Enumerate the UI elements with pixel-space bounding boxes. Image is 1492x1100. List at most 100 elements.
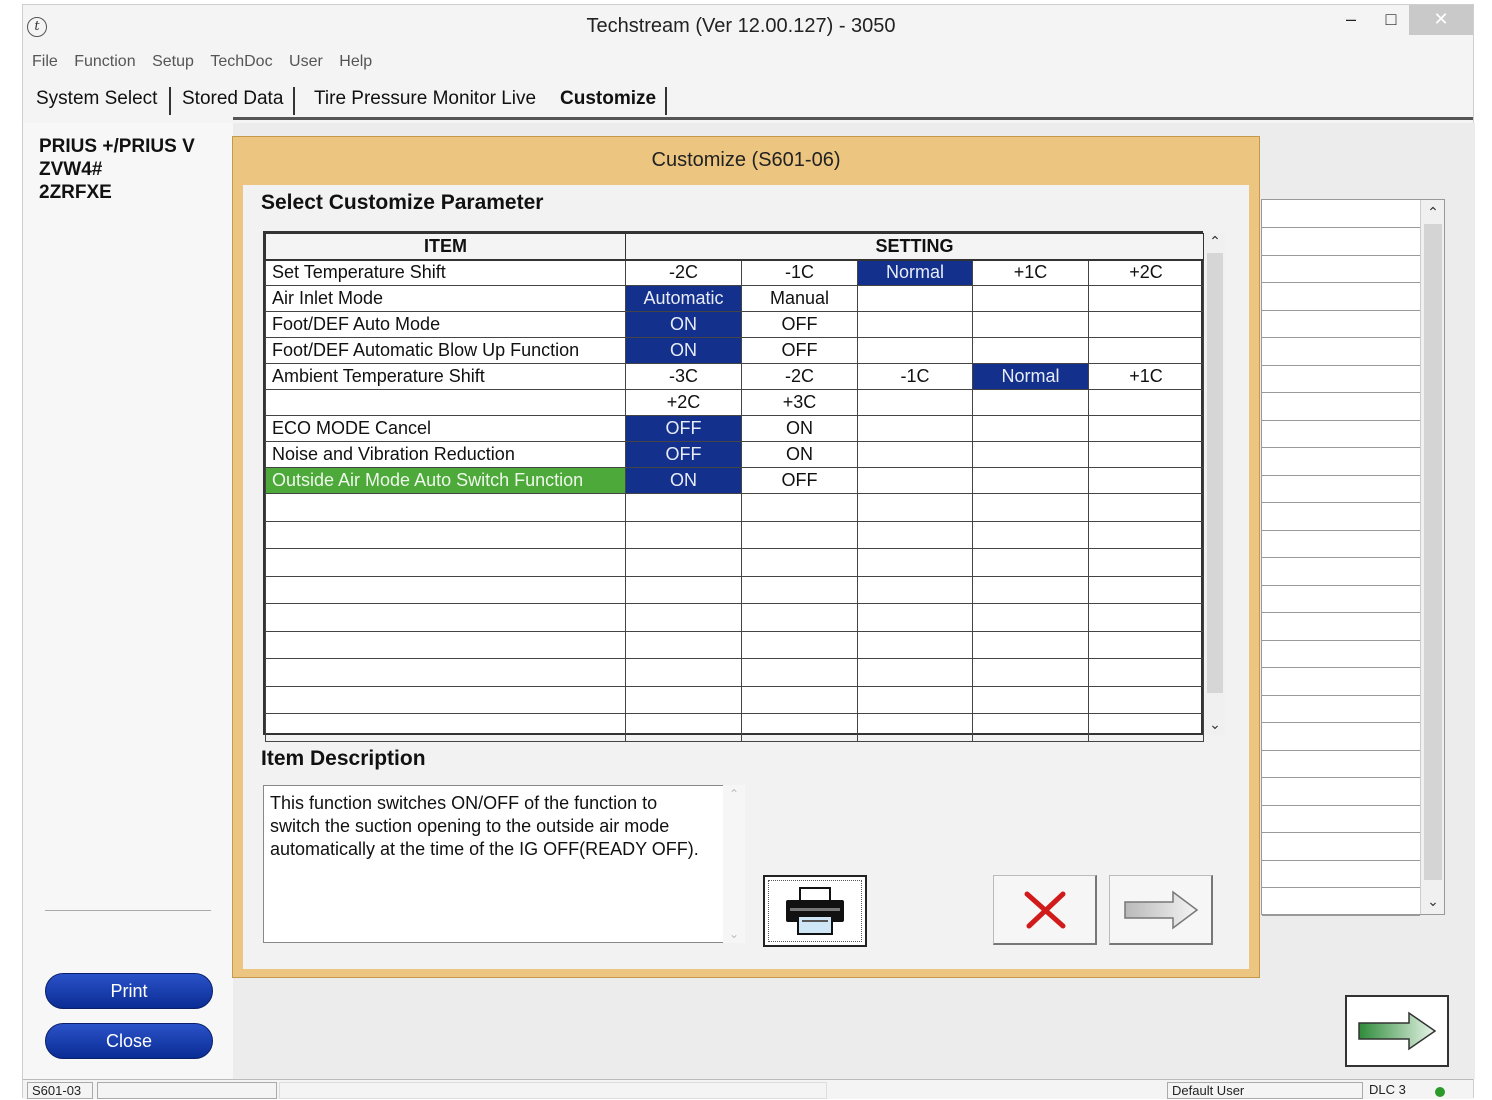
background-list-scrollbar[interactable]: ⌃ ⌄: [1420, 200, 1444, 914]
menu-file[interactable]: File: [32, 53, 58, 71]
parameter-item[interactable]: Noise and Vibration Reduction: [265, 441, 626, 468]
list-row-divider: [1262, 777, 1420, 778]
parameter-row[interactable]: Air Inlet Mode Automatic Manual: [265, 285, 1205, 312]
setting-option[interactable]: OFF: [741, 311, 858, 338]
setting-option[interactable]: -3C: [625, 363, 742, 390]
cancel-button[interactable]: [993, 875, 1097, 945]
setting-option[interactable]: ON: [625, 311, 742, 338]
vehicle-engine: 2ZRFXE: [39, 182, 112, 203]
scroll-thumb[interactable]: [1424, 224, 1442, 880]
empty-cell: [972, 520, 1089, 549]
scroll-down-icon[interactable]: ⌄: [723, 927, 745, 941]
close-window-button[interactable]: ✕: [1409, 5, 1473, 35]
empty-cell: [972, 337, 1089, 364]
parameter-item[interactable]: Foot/DEF Auto Mode: [265, 311, 626, 338]
scroll-down-icon[interactable]: ⌄: [1205, 716, 1225, 733]
parameter-row[interactable]: Foot/DEF Automatic Blow Up Function ON OFF: [265, 337, 1205, 364]
next-step-button[interactable]: [1109, 875, 1213, 945]
setting-option[interactable]: Automatic: [625, 285, 742, 312]
status-user: Default User: [1167, 1082, 1363, 1099]
setting-option[interactable]: Manual: [741, 285, 858, 312]
setting-option[interactable]: +2C: [1087, 259, 1205, 286]
parameter-row[interactable]: Outside Air Mode Auto Switch Function ON O…: [265, 467, 1205, 494]
list-row-divider: [1262, 804, 1420, 806]
setting-option[interactable]: Normal: [972, 363, 1089, 390]
empty-cell: [741, 548, 858, 577]
menu-function[interactable]: Function: [74, 53, 135, 71]
parameter-item[interactable]: Set Temperature Shift: [265, 259, 626, 286]
tab-system-select[interactable]: System Select: [25, 83, 168, 115]
print-screen-button[interactable]: [763, 875, 867, 947]
parameter-row[interactable]: ECO MODE Cancel OFF ON: [265, 415, 1205, 442]
next-button[interactable]: [1345, 995, 1449, 1067]
setting-option[interactable]: ON: [741, 441, 858, 468]
menu-techdoc[interactable]: TechDoc: [210, 53, 272, 71]
setting-option[interactable]: -2C: [625, 259, 742, 286]
list-row-divider: [1262, 859, 1420, 861]
list-row-divider: [1262, 832, 1420, 833]
setting-option[interactable]: -1C: [857, 363, 973, 390]
empty-cell: [741, 630, 858, 659]
parameter-item[interactable]: Air Inlet Mode: [265, 285, 626, 312]
scroll-up-icon[interactable]: ⌃: [723, 787, 745, 801]
description-scrollbar[interactable]: ⌃ ⌄: [723, 785, 745, 943]
setting-option[interactable]: OFF: [625, 415, 742, 442]
status-bar: S601-03 Default User DLC 3: [23, 1079, 1473, 1099]
setting-option[interactable]: -1C: [741, 259, 858, 286]
parameter-item[interactable]: ECO MODE Cancel: [265, 415, 626, 442]
grid-scrollbar[interactable]: ⌃ ⌄: [1205, 233, 1225, 735]
setting-option[interactable]: +1C: [1087, 363, 1205, 390]
tab-divider: [665, 87, 667, 115]
empty-cell: [1087, 337, 1205, 364]
menu-setup[interactable]: Setup: [152, 53, 194, 71]
list-row-divider: [1262, 419, 1420, 421]
scroll-down-icon[interactable]: ⌄: [1421, 893, 1445, 910]
list-row-divider: [1262, 529, 1420, 531]
parameter-item[interactable]: Outside Air Mode Auto Switch Function: [265, 467, 626, 494]
menu-user[interactable]: User: [289, 53, 323, 71]
setting-option[interactable]: +2C: [625, 389, 742, 416]
parameter-row[interactable]: Foot/DEF Auto Mode ON OFF: [265, 311, 1205, 338]
empty-row: [265, 658, 1205, 687]
scroll-thumb[interactable]: [1207, 253, 1223, 693]
tab-divider: [293, 87, 295, 115]
tab-tire-pressure-monitor-live[interactable]: Tire Pressure Monitor Live: [303, 83, 547, 115]
empty-cell: [625, 658, 742, 687]
scroll-up-icon[interactable]: ⌃: [1421, 204, 1445, 221]
parameter-row[interactable]: Set Temperature Shift -2C -1C Normal +1C +2C: [265, 259, 1205, 286]
empty-cell: [625, 548, 742, 577]
customize-parameter-grid: ITEM SETTING Set Temperature Shift -2C -1C…: [263, 231, 1205, 742]
print-button[interactable]: Print: [45, 973, 213, 1009]
empty-cell: [1087, 415, 1205, 442]
parameter-item[interactable]: Foot/DEF Automatic Blow Up Function: [265, 337, 626, 364]
parameter-row[interactable]: +2C +3C: [265, 389, 1205, 416]
setting-option[interactable]: ON: [741, 415, 858, 442]
tab-customize[interactable]: Customize: [549, 83, 667, 115]
status-field: [279, 1082, 827, 1099]
maximize-button[interactable]: □: [1369, 5, 1413, 35]
setting-option[interactable]: ON: [625, 467, 742, 494]
setting-option[interactable]: OFF: [625, 441, 742, 468]
empty-cell: [972, 548, 1089, 577]
setting-option[interactable]: Normal: [857, 259, 973, 286]
scroll-up-icon[interactable]: ⌃: [1205, 233, 1225, 250]
tab-stored-data[interactable]: Stored Data: [171, 83, 294, 115]
vehicle-info: PRIUS +/PRIUS V ZVW4# 2ZRFXE: [39, 135, 195, 204]
setting-option[interactable]: +1C: [972, 259, 1089, 286]
empty-cell: [857, 493, 973, 522]
setting-option[interactable]: OFF: [741, 337, 858, 364]
setting-option[interactable]: -2C: [741, 363, 858, 390]
parameter-item[interactable]: Ambient Temperature Shift: [265, 363, 626, 390]
setting-option[interactable]: ON: [625, 337, 742, 364]
minimize-button[interactable]: –: [1329, 5, 1373, 35]
parameter-row[interactable]: Ambient Temperature Shift -3C -2C -1C Normal…: [265, 363, 1205, 390]
close-button[interactable]: Close: [45, 1023, 213, 1059]
empty-cell: [265, 548, 626, 577]
parameter-row[interactable]: Noise and Vibration Reduction OFF ON: [265, 441, 1205, 468]
menu-help[interactable]: Help: [339, 53, 372, 71]
setting-option[interactable]: OFF: [741, 467, 858, 494]
empty-cell: [1087, 467, 1205, 494]
parameter-item[interactable]: [265, 389, 626, 416]
setting-option[interactable]: +3C: [741, 389, 858, 416]
empty-cell: [741, 685, 858, 714]
